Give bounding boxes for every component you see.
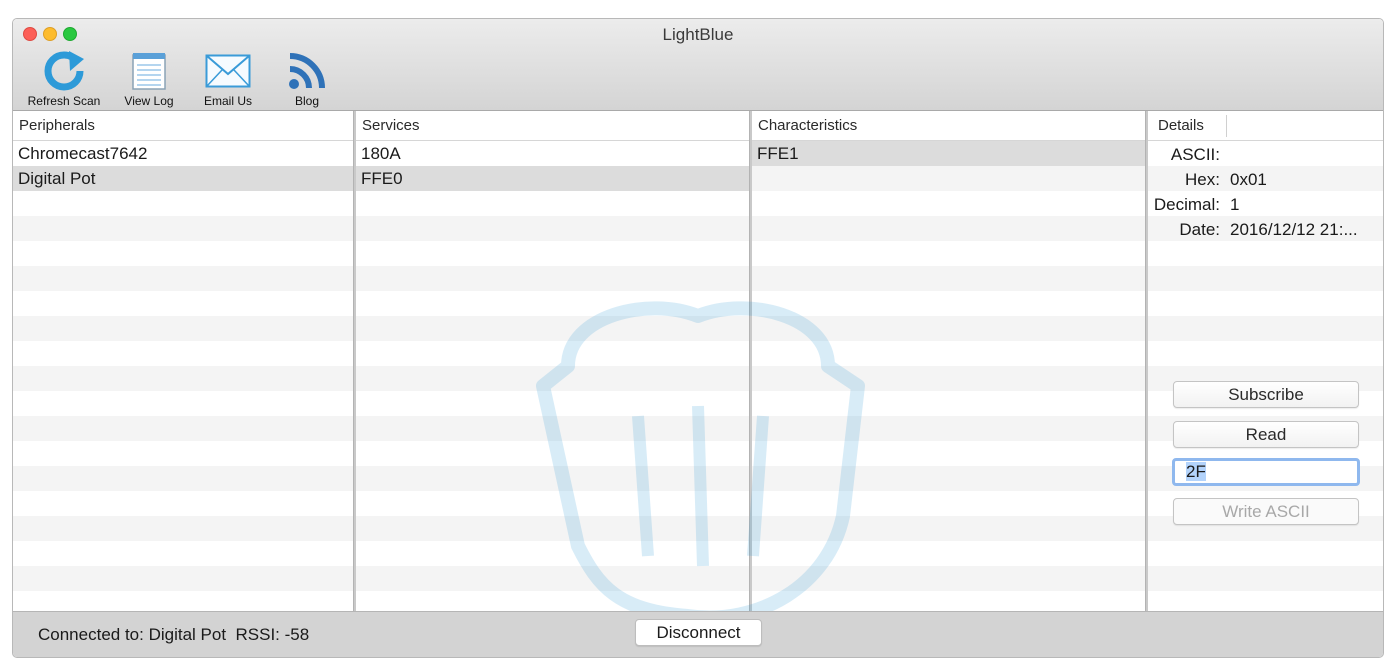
peripherals-list[interactable]: Chromecast7642 Digital Pot <box>13 141 353 611</box>
subscribe-button[interactable]: Subscribe <box>1173 381 1359 408</box>
details-header: Details <box>1148 111 1383 141</box>
characteristics-header: Characteristics <box>752 111 1145 141</box>
characteristics-list[interactable]: FFE1 <box>752 141 1145 611</box>
services-header: Services <box>356 111 749 141</box>
browser-panes: Peripherals Chromecast7642 Digital Pot S… <box>13 111 1383 625</box>
services-list[interactable]: 180A FFE0 <box>356 141 749 611</box>
service-item-selected[interactable]: FFE0 <box>356 166 749 191</box>
titlebar: LightBlue Refresh Scan View Log Email Us… <box>13 19 1383 111</box>
details-pane: Details ASCII: Hex: 0x01 Decimal: 1 Date… <box>1148 111 1383 611</box>
email-us-label: Email Us <box>203 94 252 108</box>
write-value-input[interactable]: 2F <box>1172 458 1360 486</box>
decimal-key: Decimal: <box>1153 195 1220 214</box>
refresh-scan-label: Refresh Scan <box>27 94 101 108</box>
blog-label: Blog <box>294 94 320 108</box>
write-value-text: 2F <box>1186 462 1206 481</box>
hex-value: 0x01 <box>1230 170 1267 189</box>
status-bar: Connected to: Digital Pot RSSI: -58 Disc… <box>13 611 1383 657</box>
peripheral-item-selected[interactable]: Digital Pot <box>13 166 353 191</box>
view-log-button[interactable]: View Log <box>117 49 181 108</box>
characteristic-item-selected[interactable]: FFE1 <box>752 141 1145 166</box>
write-ascii-button[interactable]: Write ASCII <box>1173 498 1359 525</box>
read-button[interactable]: Read <box>1173 421 1359 448</box>
app-window: LightBlue Refresh Scan View Log Email Us… <box>12 18 1384 658</box>
window-title: LightBlue <box>662 25 734 44</box>
email-us-button[interactable]: Email Us <box>196 49 260 108</box>
disconnect-button[interactable]: Disconnect <box>635 619 762 646</box>
connection-status: Connected to: Digital Pot RSSI: -58 <box>38 625 310 644</box>
peripherals-pane: Peripherals Chromecast7642 Digital Pot <box>13 111 353 611</box>
decimal-value: 1 <box>1230 195 1240 214</box>
refresh-scan-button[interactable]: Refresh Scan <box>23 49 105 108</box>
details-header-label: Details <box>1158 117 1204 134</box>
characteristics-pane: Characteristics FFE1 <box>752 111 1145 611</box>
header-separator <box>1226 115 1227 137</box>
envelope-icon <box>196 49 260 93</box>
peripherals-header: Peripherals <box>13 111 353 141</box>
hex-key: Hex: <box>1185 170 1220 189</box>
view-log-label: View Log <box>124 94 174 108</box>
service-item[interactable]: 180A <box>356 141 749 166</box>
rss-icon <box>277 49 337 93</box>
refresh-icon <box>23 49 105 93</box>
peripheral-item[interactable]: Chromecast7642 <box>13 141 353 166</box>
services-pane: Services 180A FFE0 <box>356 111 749 611</box>
date-value: 2016/12/12 21:... <box>1230 220 1358 239</box>
notepad-icon <box>117 49 181 93</box>
date-key: Date: <box>1179 220 1220 239</box>
blog-button[interactable]: Blog <box>277 49 337 108</box>
ascii-key: ASCII: <box>1170 145 1220 164</box>
details-body: ASCII: Hex: 0x01 Decimal: 1 Date: 2016/1… <box>1148 141 1383 611</box>
